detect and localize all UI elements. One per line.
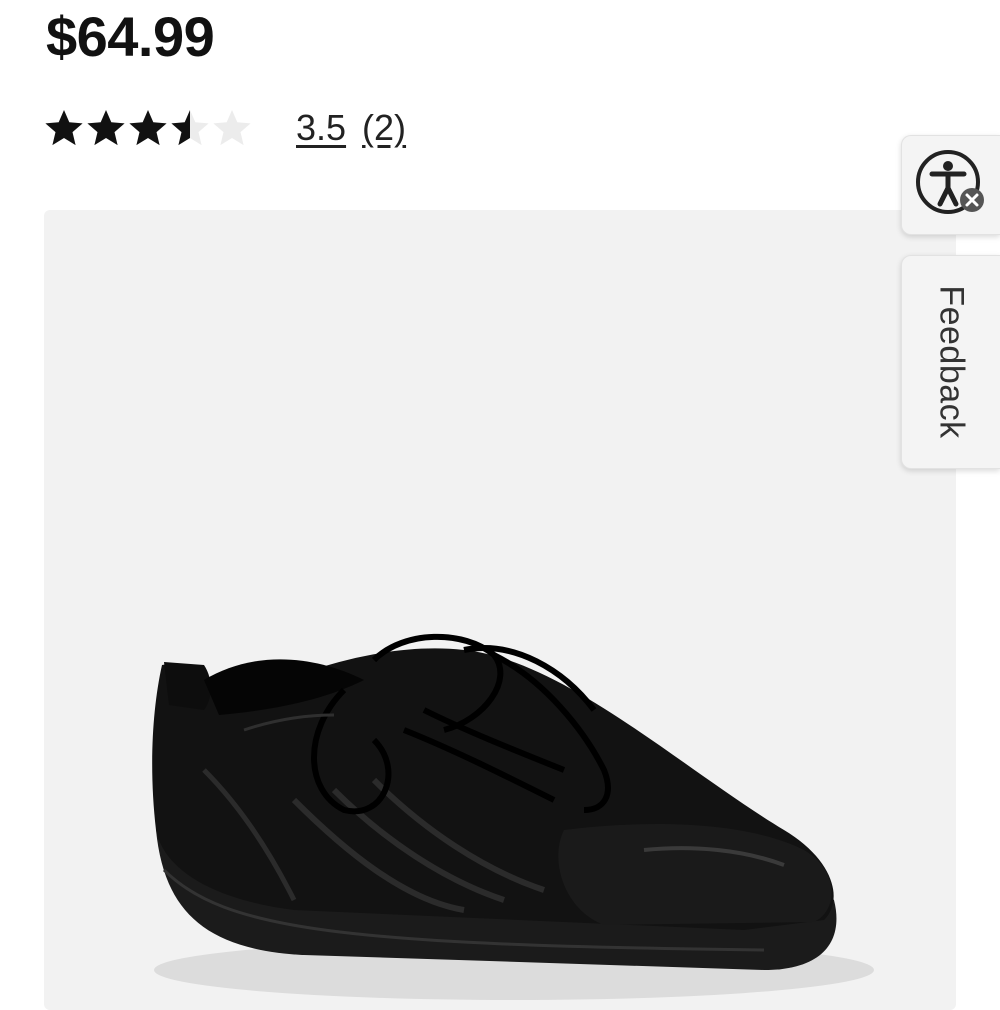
accessibility-icon [916, 150, 984, 214]
shoe-illustration [152, 633, 874, 1000]
accessibility-tab[interactable] [901, 135, 1000, 235]
review-count-link[interactable]: (2) [362, 107, 406, 149]
star-icon [44, 108, 84, 148]
rating-value-link[interactable]: 3.5 [296, 107, 346, 149]
product-price: $64.99 [46, 5, 215, 68]
feedback-label: Feedback [932, 285, 971, 439]
star-icon [86, 108, 126, 148]
star-icon [128, 108, 168, 148]
feedback-tab[interactable]: Feedback [901, 255, 1000, 469]
star-icon [212, 108, 252, 148]
star-icon [170, 108, 210, 148]
rating-row[interactable]: 3.5 (2) [44, 100, 406, 156]
product-image[interactable] [44, 210, 956, 1010]
star-rating [44, 108, 252, 148]
